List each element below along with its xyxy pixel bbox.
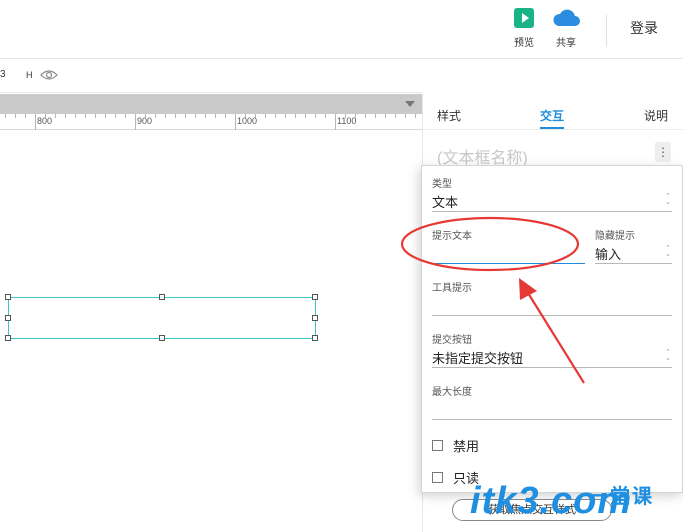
share-label: 共享: [556, 38, 576, 49]
ruler-minor-tick: [125, 114, 126, 118]
login-button[interactable]: 登录: [630, 18, 658, 38]
submit-button-select[interactable]: 未指定提交按钮: [432, 348, 523, 367]
ruler-minor-tick: [205, 114, 206, 118]
ruler-label: 1000: [237, 116, 258, 126]
height-label: H: [26, 70, 33, 80]
ruler-minor-tick: [315, 114, 316, 118]
ruler-minor-tick: [375, 114, 376, 118]
ruler-minor-tick: [395, 114, 396, 118]
hint-text-label: 提示文本: [432, 231, 472, 242]
max-length-label: 最大长度: [432, 387, 472, 398]
tab-style[interactable]: 样式: [437, 107, 461, 124]
preview-label: 预览: [514, 38, 534, 49]
property-row: 3 H: [0, 60, 422, 93]
ruler-major-tick: [135, 114, 136, 130]
horizontal-ruler: 800 900 1000 1100: [0, 114, 422, 130]
tabs-divider: [423, 129, 683, 130]
submit-button-arrows-icon[interactable]: ⌃ ⌄: [664, 349, 672, 362]
ruler-minor-tick: [95, 114, 96, 118]
ruler-minor-tick: [275, 114, 276, 118]
ruler-minor-tick: [265, 114, 266, 118]
top-toolbar: 预览 共享 登录: [0, 0, 683, 59]
play-icon: [514, 8, 534, 28]
tooltip-label: 工具提示: [432, 283, 472, 294]
ruler-minor-tick: [295, 114, 296, 118]
disabled-label: 禁用: [453, 439, 480, 454]
more-options-icon[interactable]: ⋮: [655, 142, 671, 162]
type-select[interactable]: 文本: [432, 192, 458, 211]
ruler-minor-tick: [65, 114, 66, 118]
share-button[interactable]: 共享: [546, 8, 586, 49]
collapse-arrow-icon[interactable]: [405, 101, 415, 107]
ruler-label: 900: [137, 116, 153, 126]
selected-text-field-widget[interactable]: [5, 294, 318, 341]
type-underline: [432, 211, 672, 212]
ruler-minor-tick: [25, 114, 26, 118]
ruler-minor-tick: [195, 114, 196, 118]
disabled-checkbox[interactable]: [432, 440, 443, 451]
ruler-minor-tick: [155, 114, 156, 118]
resize-handle-mr[interactable]: [312, 315, 318, 321]
canvas-header-bar: [0, 94, 422, 114]
ruler-minor-tick: [165, 114, 166, 118]
ruler-minor-tick: [385, 114, 386, 118]
hide-hint-arrows-icon[interactable]: ⌃ ⌄: [664, 245, 672, 258]
max-length-underline: [432, 419, 672, 420]
disabled-checkbox-row[interactable]: 禁用: [432, 436, 479, 455]
hide-hint-select[interactable]: 输入: [595, 244, 621, 263]
submit-button-underline: [432, 367, 672, 368]
ruler-minor-tick: [215, 114, 216, 118]
tooltip-underline: [432, 315, 672, 316]
ruler-minor-tick: [185, 114, 186, 118]
ruler-minor-tick: [415, 114, 416, 118]
resize-handle-bc[interactable]: [159, 335, 165, 341]
ruler-minor-tick: [365, 114, 366, 118]
cloud-icon: [553, 9, 580, 26]
ruler-minor-tick: [5, 114, 6, 118]
ruler-minor-tick: [75, 114, 76, 118]
resize-handle-tr[interactable]: [312, 294, 318, 300]
ruler-label: 1100: [337, 116, 357, 126]
ruler-minor-tick: [225, 114, 226, 118]
height-value[interactable]: 3: [0, 69, 6, 80]
ruler-label: 800: [37, 116, 53, 126]
readonly-checkbox[interactable]: [432, 472, 443, 483]
tab-notes[interactable]: 说明: [644, 107, 668, 124]
hint-text-underline: [432, 263, 585, 264]
resize-handle-tc[interactable]: [159, 294, 165, 300]
resize-handle-bl[interactable]: [5, 335, 11, 341]
type-select-arrows-icon[interactable]: ⌃ ⌄: [664, 193, 672, 206]
ruler-minor-tick: [115, 114, 116, 118]
ruler-minor-tick: [85, 114, 86, 118]
ruler-minor-tick: [15, 114, 16, 118]
ruler-minor-tick: [105, 114, 106, 118]
submit-button-label: 提交按钮: [432, 335, 472, 346]
hide-hint-label: 隐藏提示: [595, 231, 635, 242]
tab-interaction[interactable]: 交互: [540, 107, 564, 124]
ruler-minor-tick: [285, 114, 286, 118]
resize-handle-ml[interactable]: [5, 315, 11, 321]
ruler-minor-tick: [55, 114, 56, 118]
text-field-properties-popup: 类型 文本 ⌃ ⌄ 提示文本 隐藏提示 输入 ⌃ ⌄ 工具提示 提交按钮 未指定提交…: [421, 165, 683, 493]
ruler-minor-tick: [175, 114, 176, 118]
preview-button[interactable]: 预览: [504, 8, 544, 49]
ruler-major-tick: [335, 114, 336, 130]
eye-icon[interactable]: [40, 68, 58, 82]
ruler-major-tick: [235, 114, 236, 130]
ruler-minor-tick: [305, 114, 306, 118]
ruler-minor-tick: [325, 114, 326, 118]
watermark-sub-text: 一堂课: [588, 484, 654, 508]
type-label: 类型: [432, 179, 452, 190]
ruler-major-tick: [35, 114, 36, 130]
resize-handle-br[interactable]: [312, 335, 318, 341]
hide-hint-underline: [595, 263, 672, 264]
resize-handle-tl[interactable]: [5, 294, 11, 300]
design-canvas[interactable]: [0, 131, 422, 532]
toolbar-divider: [606, 15, 607, 47]
itk3-watermark-logo: itk3.com 一堂课: [470, 478, 683, 532]
ruler-minor-tick: [405, 114, 406, 118]
